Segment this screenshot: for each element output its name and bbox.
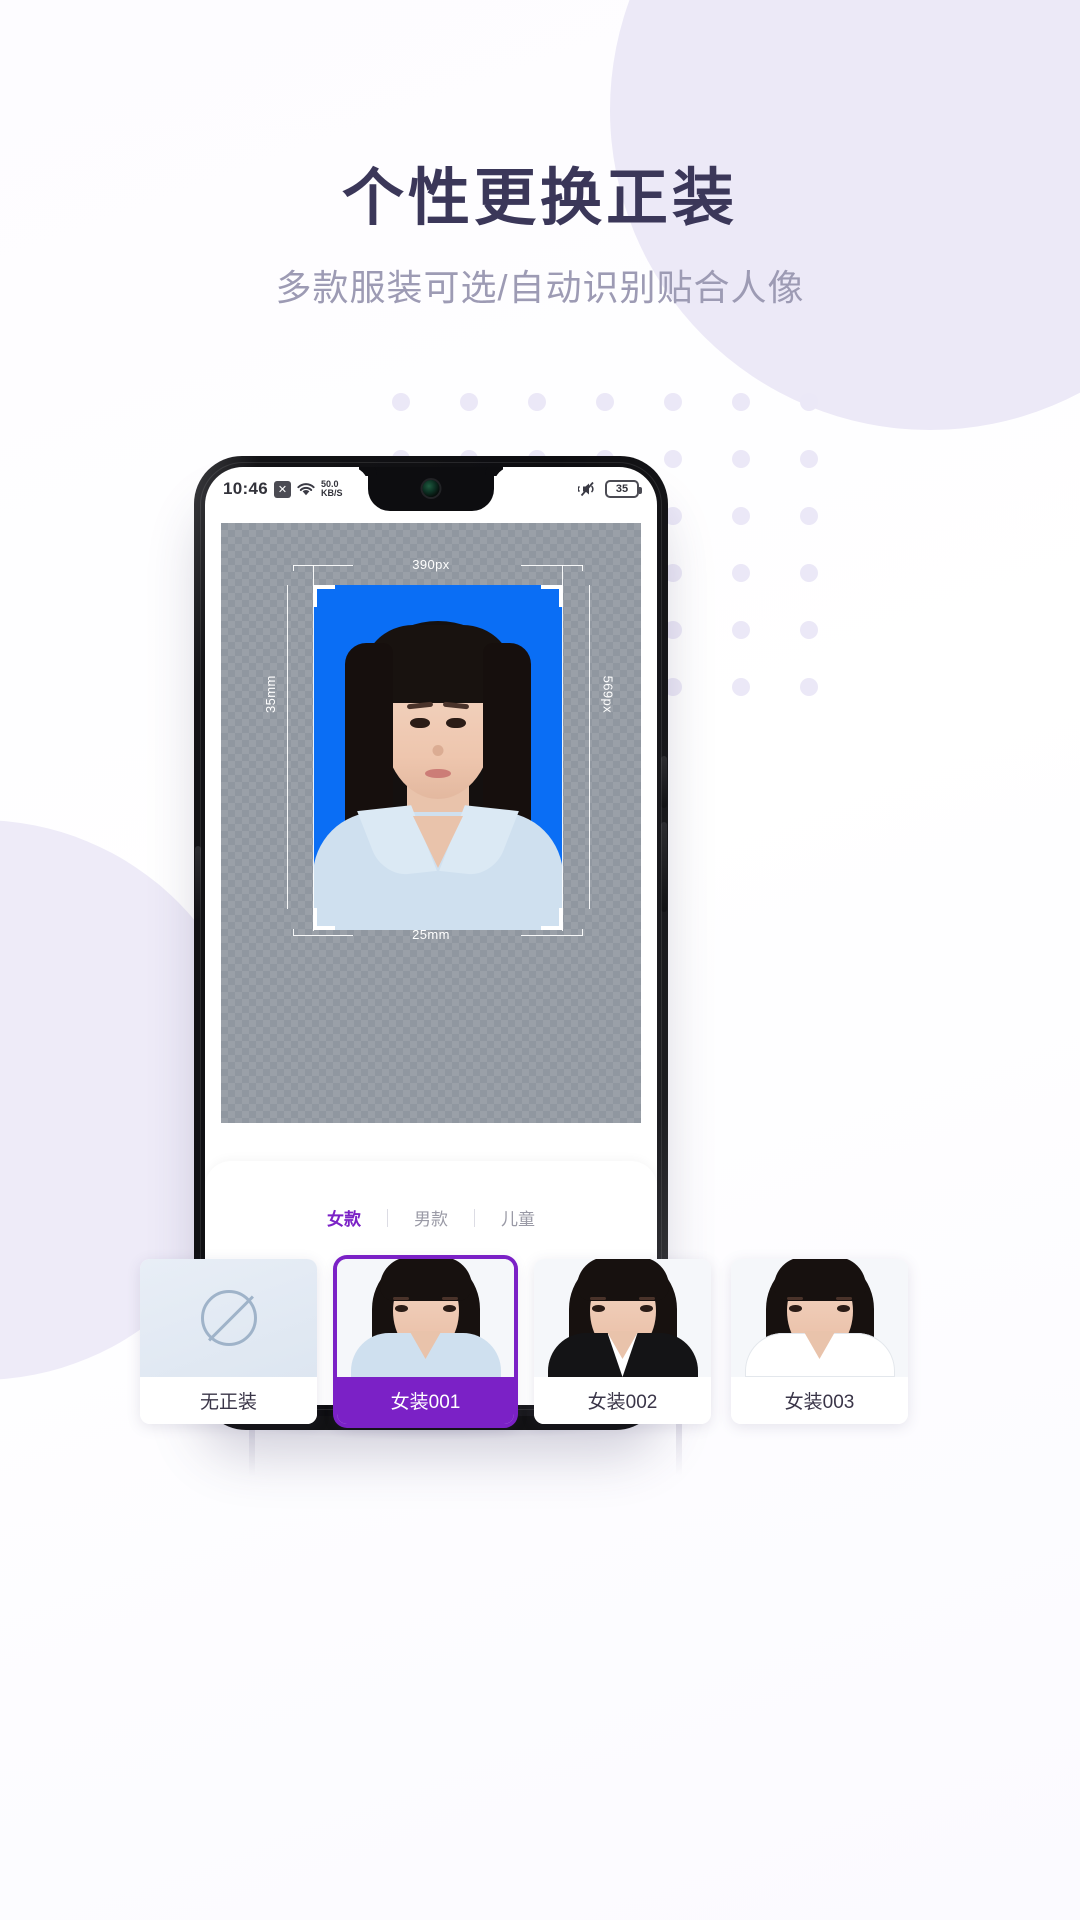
decorative-dot: [800, 450, 818, 468]
measure-label-bottom: 25mm: [412, 927, 450, 942]
no-suit-thumbnail: [140, 1259, 317, 1377]
guide-right-dim: [589, 585, 590, 909]
phone-button-left[interactable]: [195, 846, 201, 920]
decorative-dot: [664, 393, 682, 411]
mini-portrait-1: [337, 1259, 514, 1377]
page-subtitle: 多款服装可选/自动识别贴合人像: [275, 267, 805, 308]
portrait-mouth: [425, 769, 451, 778]
guide-vertical-right: [562, 565, 563, 931]
suit-selector-strip[interactable]: 无正装 女装001 女装002 女装003: [140, 1259, 940, 1424]
measure-label-right: 569px: [600, 675, 615, 713]
suit-label-3: 女装003: [731, 1377, 908, 1424]
crop-handle-top-left[interactable]: [313, 585, 335, 607]
suit-option-1[interactable]: 女装001: [337, 1259, 514, 1424]
suit-thumbnail-3: [731, 1259, 908, 1377]
suit-thumbnail-2: [534, 1259, 711, 1377]
status-clock: 10:46: [223, 479, 268, 498]
network-speed-unit: KB/S: [320, 488, 343, 498]
portrait-nose: [432, 745, 444, 756]
category-tabs: 女款 男款 儿童: [205, 1161, 657, 1230]
page-title: 个性更换正装: [341, 164, 738, 233]
battery-indicator: 35: [605, 480, 642, 498]
portrait-eye-left: [410, 718, 430, 728]
decorative-dot: [732, 507, 750, 525]
guide-left-dim: [287, 585, 288, 909]
decorative-dot: [800, 393, 818, 411]
decorative-dot: [460, 393, 478, 411]
measure-label-top: 390px: [412, 557, 450, 572]
suit-option-3[interactable]: 女装003: [731, 1259, 908, 1424]
tab-female[interactable]: 女款: [301, 1205, 387, 1230]
suit-label-1: 女装001: [337, 1377, 514, 1424]
measure-label-left: 35mm: [263, 675, 278, 713]
suit-option-none[interactable]: 无正装: [140, 1259, 317, 1424]
network-speed: 50.0 KB/S: [321, 480, 343, 498]
phone-button-power[interactable]: [661, 822, 667, 912]
decorative-dot: [800, 678, 818, 696]
wifi-icon: [297, 482, 315, 496]
suit-thumbnail-1: [337, 1259, 514, 1377]
decorative-dot: [732, 678, 750, 696]
mute-vibrate-icon: [577, 481, 598, 497]
hero-text-block: 个性更换正装 多款服装可选/自动识别贴合人像: [0, 0, 1080, 306]
photo-editor-canvas[interactable]: 390px 25mm 35mm 569px: [221, 523, 641, 1123]
decorative-dot: [800, 621, 818, 639]
status-bar-left: 10:46 ✕ 50.0 KB/S: [223, 479, 343, 499]
decorative-dot: [800, 507, 818, 525]
crop-handle-top-right[interactable]: [541, 585, 563, 607]
guide-vertical-left: [313, 565, 314, 931]
decorative-dot: [732, 393, 750, 411]
phone-button-volume[interactable]: [661, 756, 667, 808]
decorative-dot: [800, 564, 818, 582]
suit-label-2: 女装002: [534, 1377, 711, 1424]
decorative-dot: [732, 621, 750, 639]
mini-portrait-3: [731, 1259, 908, 1377]
no-suit-icon: [200, 1290, 257, 1346]
suit-label-none: 无正装: [140, 1377, 317, 1424]
portrait-eye-right: [446, 718, 466, 728]
status-bar-right: 35: [577, 480, 642, 498]
decorative-dot: [392, 393, 410, 411]
decorative-dot: [596, 393, 614, 411]
suit-option-2[interactable]: 女装002: [534, 1259, 711, 1424]
tab-children[interactable]: 儿童: [475, 1205, 561, 1230]
mini-portrait-2: [534, 1259, 711, 1377]
close-badge-icon: ✕: [273, 480, 291, 498]
decorative-dot: [732, 564, 750, 582]
status-bar: 10:46 ✕ 50.0 KB/S 35: [205, 467, 657, 511]
decorative-dot: [732, 450, 750, 468]
id-photo-preview[interactable]: [313, 585, 563, 930]
decorative-dot: [528, 393, 546, 411]
tab-male[interactable]: 男款: [388, 1205, 474, 1230]
